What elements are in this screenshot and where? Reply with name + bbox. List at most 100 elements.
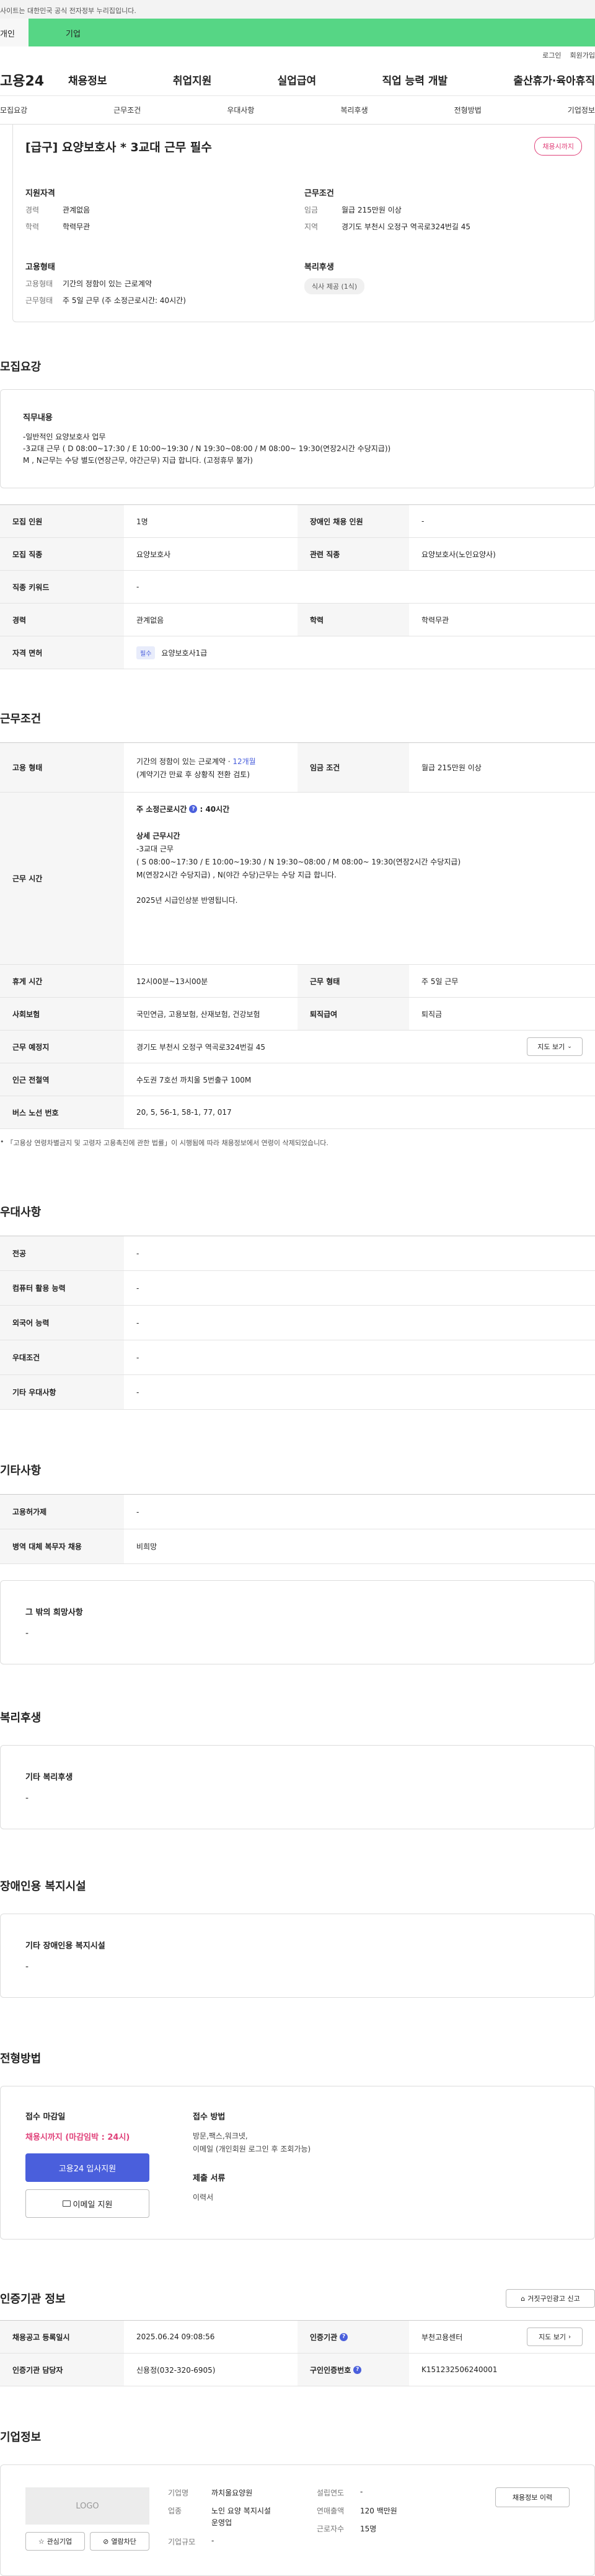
- cond-value: 경기도 부천시 오정구 역곡로324번길 45: [342, 222, 470, 231]
- table-key: 경력: [0, 604, 124, 636]
- process-title: 전형방법: [0, 2052, 42, 2065]
- pref-table: 전공 - 컴퓨터 활용 능력 - 외국어 능력 - 우대조건 - 기타 우대사항 -: [0, 1236, 595, 1410]
- gov-notice: 사이트는 대한민국 공식 전자정부 누리집입니다.: [0, 7, 136, 15]
- weekly-hours-label: 주 소정근로시간: [136, 805, 187, 814]
- company-key: 기업명: [168, 2489, 189, 2497]
- gnb-maternity[interactable]: 출산휴가·육아휴직: [513, 72, 595, 87]
- table-value: 1명: [136, 517, 148, 526]
- docs-title: 제출 서류: [193, 2174, 226, 2183]
- map-button[interactable]: 지도 보기 ⌄: [527, 1037, 583, 1056]
- benefit-title: 복리후생: [0, 1712, 42, 1725]
- welfare-title: 복리후생: [304, 263, 334, 272]
- table-key: 채용공고 등록일시: [0, 2321, 124, 2353]
- method-value: 방문,팩스,워크넷,: [193, 2132, 248, 2140]
- table-row: 버스 노선 번호 20, 5, 56-1, 58-1, 77, 017: [0, 1096, 595, 1129]
- table-row: 우대조건 -: [0, 1340, 595, 1375]
- table-key: 휴게 시간: [0, 965, 124, 997]
- table-key: 인근 전철역: [0, 1063, 124, 1096]
- table-value: -: [421, 517, 425, 525]
- anchor-process[interactable]: 전형방법: [454, 105, 482, 115]
- table-row: 근무 시간 주 소정근로시간 ? : 40시간 상세 근무시간 -3교대 근무 …: [0, 793, 595, 965]
- tab-personal[interactable]: 개인: [0, 19, 29, 46]
- signup-link[interactable]: 회원가입: [570, 50, 595, 60]
- info-icon[interactable]: ?: [353, 2365, 362, 2374]
- table-value: 관계없음: [136, 615, 164, 625]
- table-value: 국민연금, 고용보험, 산재보험, 건강보험: [136, 1009, 260, 1019]
- history-button-label: 채용정보 이력: [512, 2494, 553, 2502]
- table-value: -: [136, 1249, 139, 1258]
- table-row: 고용허가제 -: [0, 1495, 595, 1529]
- table-value: -: [136, 582, 139, 591]
- time-note: 2025년 시급인상분 반영됩니다.: [136, 896, 238, 905]
- table-key: 자격 면허: [0, 636, 124, 669]
- agency-cell: 부천고용센터 지도 보기 ›: [409, 2321, 595, 2353]
- table-key: 근무 예정지: [0, 1031, 124, 1063]
- recruit-table: 모집 인원 1명 장애인 채용 인원 - 모집 직종 요양보호사 관련 직종 요…: [0, 504, 595, 669]
- company-title: 기업정보: [0, 2431, 42, 2444]
- table-value: 12시00분~13시00분: [136, 977, 208, 986]
- anchor-pref[interactable]: 우대사항: [227, 105, 254, 115]
- anchor-recruit[interactable]: 모집요강: [0, 105, 27, 115]
- table-key: 인증기관: [310, 2332, 338, 2342]
- disabled-title: 장애인용 복지시설: [0, 1880, 86, 1893]
- info-icon[interactable]: ?: [340, 2332, 348, 2341]
- anchor-welfare[interactable]: 복리후생: [340, 105, 368, 115]
- block-button[interactable]: ⊘ 열람차단: [90, 2532, 149, 2551]
- table-row: 인근 전철역 수도권 7호선 까치울 5번출구 100M: [0, 1063, 595, 1096]
- favorite-button[interactable]: ☆ 관심기업: [25, 2532, 85, 2551]
- benefit-box-title: 기타 복리후생: [25, 1773, 73, 1782]
- emp-key: 근무형태: [25, 296, 53, 305]
- emp-key: 고용형태: [25, 279, 53, 288]
- company-key: 설립연도: [317, 2489, 345, 2497]
- anchor-work[interactable]: 근무조건: [113, 105, 141, 115]
- agency-map-label: 지도 보기: [539, 2333, 566, 2341]
- table-key: 근무 형태: [298, 965, 409, 997]
- table-key: 구인인증번호: [310, 2365, 351, 2375]
- table-value: -: [136, 1353, 139, 1362]
- job-desc-line: M , N근무는 수당 별도(연장근무, 야간근무) 지급 합니다. (고정휴무…: [23, 456, 253, 465]
- chevron-down-icon: ⌄: [567, 1044, 572, 1050]
- table-row: 채용공고 등록일시 2025.06.24 09:08:56 인증기관 ? 부천고…: [0, 2321, 595, 2354]
- report-button[interactable]: ⌂ 거짓구인광고 신고: [506, 2289, 595, 2308]
- cond-value: 월급 215만원 이상: [342, 206, 402, 214]
- login-link[interactable]: 로그인: [542, 50, 561, 60]
- table-row: 근무 예정지 경기도 부천시 오정구 역곡로324번길 45 지도 보기 ⌄: [0, 1031, 595, 1063]
- company-value: 15명: [360, 2525, 377, 2533]
- deadline-title: 접수 마감일: [25, 2112, 66, 2122]
- anchor-company[interactable]: 기업정보: [568, 105, 595, 115]
- chevron-right-icon: ›: [568, 2333, 571, 2341]
- cond-key: 임금: [304, 206, 319, 214]
- summary-card: [급구] 요양보호사 * 3교대 근무 필수 채용시까지 지원자격 경력 관계없음…: [12, 125, 595, 322]
- company-value: -: [360, 2487, 363, 2496]
- email-apply-button[interactable]: 이메일 지원: [25, 2189, 149, 2218]
- time-detail-title: 상세 근무시간: [136, 832, 180, 840]
- agency-map-button[interactable]: 지도 보기 ›: [527, 2328, 583, 2346]
- apply-button[interactable]: 고용24 입사지원: [25, 2153, 149, 2182]
- table-key: 직종 키워드: [0, 571, 124, 603]
- qual-key: 학력: [25, 222, 40, 231]
- global-nav: 고용24 채용정보 취업지원 실업급여 직업 능력 개발 출산휴가·육아휴직: [0, 64, 595, 96]
- agency-key-cell: 인증기관 ?: [298, 2321, 409, 2353]
- disabled-section: 장애인용 복지시설 기타 장애인용 복지시설 -: [0, 1878, 595, 1998]
- block-icon: ⊘: [103, 2537, 109, 2546]
- company-key: 근로자수: [317, 2525, 345, 2533]
- gnb-unemployment[interactable]: 실업급여: [278, 72, 317, 87]
- table-key: 기타 우대사항: [0, 1375, 124, 1409]
- table-key: 외국어 능력: [0, 1306, 124, 1340]
- company-box: LOGO ☆ 관심기업 ⊘ 열람차단 기업명 까치울요양원 업종 노인 요양 복지시…: [0, 2464, 595, 2576]
- gnb-training[interactable]: 직업 능력 개발: [382, 72, 447, 87]
- site-logo[interactable]: 고용24: [0, 70, 68, 90]
- table-value: 월급 215만원 이상: [421, 763, 482, 772]
- history-button[interactable]: 채용정보 이력: [495, 2487, 570, 2507]
- gnb-employment-support[interactable]: 취업지원: [173, 72, 212, 87]
- info-icon[interactable]: ?: [189, 805, 198, 813]
- cond-key: 지역: [304, 222, 319, 231]
- tab-company[interactable]: 기업: [29, 19, 595, 46]
- table-value: 신용정(032-320-6905): [136, 2365, 216, 2375]
- disabled-box-title: 기타 장애인용 복지시설: [25, 1941, 105, 1951]
- time-cell: 주 소정근로시간 ? : 40시간 상세 근무시간 -3교대 근무 ( S 08…: [124, 793, 595, 964]
- home-icon: ⌂: [521, 2294, 526, 2303]
- gnb-jobs[interactable]: 채용정보: [68, 72, 107, 87]
- block-label: 열람차단: [111, 2538, 136, 2546]
- deadline-value: 채용시까지 (마감임박 : 24시): [25, 2133, 130, 2142]
